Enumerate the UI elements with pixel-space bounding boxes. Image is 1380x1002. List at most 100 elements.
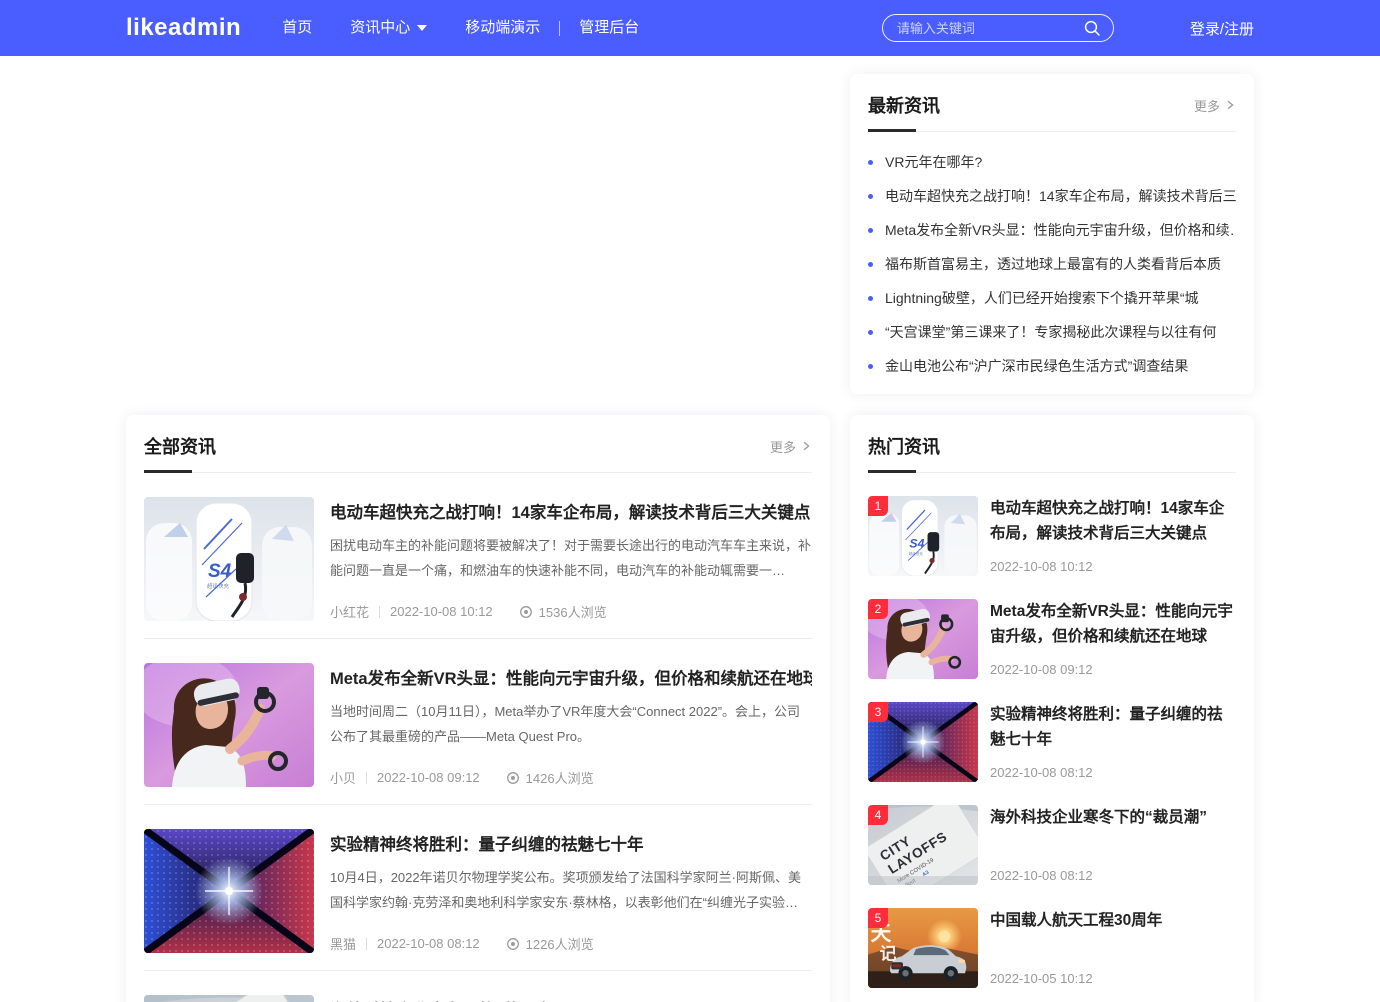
article-title[interactable]: Meta发布全新VR头显：性能向元宇宙升级，但价格和续航还在地球 [330,667,812,691]
article-views: 1536人浏览 [519,602,607,621]
nav-item-news-center[interactable]: 资讯中心 [331,0,446,56]
meta-divider [379,606,380,618]
article-thumbnail[interactable]: 5 天 记 [868,908,978,988]
meta-divider [366,772,367,784]
site-logo[interactable]: likeadmin [126,14,241,42]
chevron-down-icon [417,25,427,31]
article-views: 1226人浏览 [506,934,594,953]
article-thumbnail[interactable]: 3 [868,702,978,782]
list-item[interactable]: Meta发布全新VR头显：性能向元宇宙升级，但价格和续…还 [868,220,1236,240]
article-row[interactable]: S4 超级快充 电动车超快充之战打响！14家车企布局，解读技术背后三大关键点 困… [144,473,812,638]
eye-icon [506,771,520,785]
article-thumbnail[interactable] [144,663,314,787]
meta-divider [366,938,367,950]
list-item[interactable]: 电动车超快充之战打响！14家车企布局，解读技术背后三… [868,186,1236,206]
article-date: 2022-10-08 08:12 [377,936,480,951]
article-author: 黑猫 [330,934,356,953]
article-meta: 小红花 2022-10-08 10:12 1536人浏览 [330,592,812,621]
article-date: 2022-10-08 10:12 [390,604,493,619]
svg-text:S4: S4 [909,537,924,551]
rank-badge: 2 [868,599,888,619]
right-column: 最新资讯 更多 VR元年在哪年? 电动车超快充之战打响！14家车企布局，解读技术… [850,74,1254,1002]
rank-badge: 3 [868,702,888,722]
top-navbar: likeadmin 首页 资讯中心 移动端演示 管理后台 [0,0,1380,56]
svg-text:S4: S4 [208,561,232,582]
hot-news-item[interactable]: 2 Meta发布全新VR头显：性能向元宇宙升级，但价格和续航还在地球 2022-… [868,599,1236,679]
hot-news-item[interactable]: 5 天 记 中国载人航天工程30周年 2022-10-05 10:12 [868,908,1236,988]
article-title[interactable]: 电动车超快充之战打响！14家车企布局，解读技术背后三大关键点 [330,501,812,525]
hot-item-date: 2022-10-05 10:12 [990,971,1236,986]
rank-badge: 5 [868,908,888,928]
left-column: 全部资讯 更多 S4 超级快充 电动车超快充之战打响！14家车企布局，解读技术背… [126,74,830,1002]
rank-badge: 4 [868,805,888,825]
article-list: S4 超级快充 电动车超快充之战打响！14家车企布局，解读技术背后三大关键点 困… [126,473,830,1002]
nav-item-mobile-demo[interactable]: 移动端演示 [446,0,559,56]
hot-news-item[interactable]: 1 S4 超级快充 电动车超快充之战打响！14家车企布局，解读技术背后三大关键点… [868,496,1236,576]
article-thumbnail[interactable]: CITY LAYOFFS More COVID-19 fallout A3 [144,995,314,1002]
hot-item-title[interactable]: 海外科技企业寒冬下的“裁员潮” [990,805,1236,830]
all-news-title: 全部资讯 [144,433,216,459]
hot-item-title[interactable]: 电动车超快充之战打响！14家车企布局，解读技术背后三大关键点 [990,496,1236,546]
article-thumbnail[interactable]: 2 [868,599,978,679]
latest-news-title: 最新资讯 [868,92,940,118]
search-input[interactable] [897,21,1083,36]
article-meta: 小贝 2022-10-08 09:12 1426人浏览 [330,758,812,787]
article-desc: 当地时间周二（10月11日），Meta举办了VR年度大会“Connect 202… [330,699,812,749]
bullet-dot-icon [868,262,873,267]
all-news-card: 全部资讯 更多 S4 超级快充 电动车超快充之战打响！14家车企布局，解读技术背… [126,415,830,1002]
chevron-right-icon [1224,99,1236,111]
list-item[interactable]: 福布斯首富易主，透过地球上最富有的人类看背后本质 [868,254,1236,274]
section-rule [868,470,1236,473]
hot-item-title[interactable]: Meta发布全新VR头显：性能向元宇宙升级，但价格和续航还在地球 [990,599,1236,649]
list-item[interactable]: “天宫课堂”第三课来了！专家揭秘此次课程与以往有何 [868,322,1236,342]
bullet-dot-icon [868,194,873,199]
banner-area [126,74,830,415]
list-item[interactable]: 金山电池公布“沪广深市民绿色生活方式”调查结果 [868,356,1236,376]
hot-item-title[interactable]: 实验精神终将胜利：量子纠缠的祛魅七十年 [990,702,1236,752]
svg-text:记: 记 [880,945,897,964]
login-register-link[interactable]: 登录/注册 [1190,18,1254,39]
nav-item-home[interactable]: 首页 [263,0,331,56]
section-rule [868,129,1236,132]
bullet-dot-icon [868,296,873,301]
article-views: 1426人浏览 [506,768,594,787]
hot-news-item[interactable]: 4 CITY LAYOFFS More COVID-19 fallout A3 … [868,805,1236,885]
article-author: 小贝 [330,768,356,787]
bullet-dot-icon [868,160,873,165]
article-thumbnail[interactable] [144,829,314,953]
chevron-right-icon [800,440,812,452]
bullet-dot-icon [868,330,873,335]
hot-news-title: 热门资讯 [868,433,940,459]
eye-icon [506,937,520,951]
hot-item-title[interactable]: 中国载人航天工程30周年 [990,908,1236,933]
article-row[interactable]: Meta发布全新VR头显：性能向元宇宙升级，但价格和续航还在地球 当地时间周二（… [144,638,812,804]
article-date: 2022-10-08 09:12 [377,770,480,785]
latest-news-list: VR元年在哪年? 电动车超快充之战打响！14家车企布局，解读技术背后三… Met… [850,132,1254,376]
nav-item-admin[interactable]: 管理后台 [560,0,658,56]
article-meta: 黑猫 2022-10-08 08:12 1226人浏览 [330,924,812,953]
search-icon[interactable] [1083,19,1101,37]
article-desc: 10月4日，2022年诺贝尔物理学奖公布。奖项颁发给了法国科学家阿兰·阿斯佩、美… [330,865,812,915]
hot-news-card: 热门资讯 1 S4 超级快充 电动车超快充之战打响！14家车企布局，解读技术背后… [850,415,1254,1002]
article-author: 小红花 [330,602,369,621]
section-rule [144,470,812,473]
latest-news-more-link[interactable]: 更多 [1194,96,1236,115]
article-thumbnail[interactable]: 1 S4 超级快充 [868,496,978,576]
article-title[interactable]: 实验精神终将胜利：量子纠缠的祛魅七十年 [330,833,812,857]
list-item[interactable]: VR元年在哪年? [868,152,1236,172]
latest-news-card: 最新资讯 更多 VR元年在哪年? 电动车超快充之战打响！14家车企布局，解读技术… [850,74,1254,394]
bullet-dot-icon [868,364,873,369]
eye-icon [519,605,533,619]
search-box [882,14,1114,42]
article-thumbnail[interactable]: 4 CITY LAYOFFS More COVID-19 fallout A3 [868,805,978,885]
bullet-dot-icon [868,228,873,233]
article-thumbnail[interactable]: S4 超级快充 [144,497,314,621]
list-item[interactable]: Lightning破壁，人们已经开始搜索下个撬开苹果“城 [868,288,1236,308]
article-row[interactable]: CITY LAYOFFS More COVID-19 fallout A3 海外… [144,970,812,1002]
hot-item-date: 2022-10-08 10:12 [990,559,1236,574]
all-news-more-link[interactable]: 更多 [770,437,812,456]
article-row[interactable]: 实验精神终将胜利：量子纠缠的祛魅七十年 10月4日，2022年诺贝尔物理学奖公布… [144,804,812,970]
hot-news-item[interactable]: 3 实验精神终将胜利：量子纠缠的祛魅七十年 2022-10-08 08:12 [868,702,1236,782]
hot-item-date: 2022-10-08 09:12 [990,662,1236,677]
main-content: 全部资讯 更多 S4 超级快充 电动车超快充之战打响！14家车企布局，解读技术背… [126,56,1254,1002]
